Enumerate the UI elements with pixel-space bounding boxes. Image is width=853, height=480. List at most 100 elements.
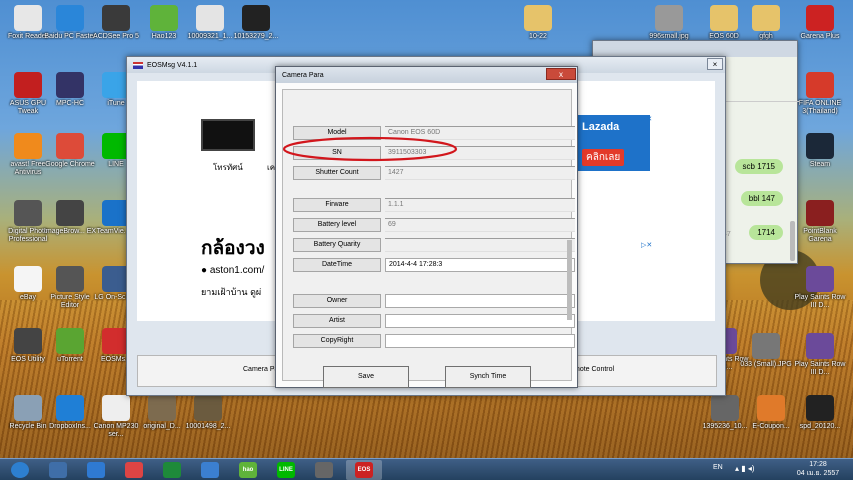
field-value[interactable]: 69 xyxy=(385,218,575,232)
chat-message: bbl 147 xyxy=(740,191,783,206)
ad-label[interactable]: เค xyxy=(267,161,275,174)
field-label-button[interactable]: Battery Quarity xyxy=(293,238,381,252)
dialog-titlebar[interactable]: Camera Para xyxy=(276,67,577,83)
field-value[interactable] xyxy=(385,334,575,348)
image-icon xyxy=(194,395,222,421)
saints-row-icon xyxy=(806,266,834,292)
desktop-icon[interactable]: spd_20120... xyxy=(792,395,848,431)
desktop-icon-label: Garena Plus xyxy=(800,33,840,40)
synch-time-button[interactable]: Synch Time xyxy=(445,366,531,388)
eos-utility-icon xyxy=(14,328,42,354)
desktop-icon[interactable]: PointBlank Garena xyxy=(792,200,848,244)
scrollbar[interactable] xyxy=(790,221,795,261)
taskbar-button[interactable] xyxy=(154,460,190,480)
taskbar-button[interactable]: LINE xyxy=(268,460,304,480)
clock[interactable]: 17:28 04 เม.ย. 2557 xyxy=(790,460,846,478)
field-value[interactable]: 2014-4-4 17:28:3 xyxy=(385,258,575,272)
ad-url[interactable]: ● aston1.com/ xyxy=(201,265,264,276)
dialog-title: Camera Para xyxy=(282,71,324,79)
field-row: Shutter Count 1427 xyxy=(293,166,575,180)
folder-icon xyxy=(752,5,780,31)
desktop-icon[interactable]: FIFA ONLINE 3(Thailand) xyxy=(792,72,848,116)
field-label-button[interactable]: Battery level xyxy=(293,218,381,232)
tab-remote-control[interactable]: mote Control xyxy=(574,366,614,373)
field-row: CopyRight xyxy=(293,334,575,348)
field-label-button[interactable]: DateTime xyxy=(293,258,381,272)
chat-titlebar xyxy=(593,41,797,57)
desktop-icon[interactable]: 10153279_2... xyxy=(228,5,284,41)
camera-para-dialog: Camera Para x Model Canon EOS 60D SN 391150… xyxy=(275,66,578,388)
dialog-close-button[interactable]: x xyxy=(546,68,576,80)
desktop-icon[interactable]: Steam xyxy=(792,133,848,169)
adchoices-icon[interactable]: ▷✕ xyxy=(641,115,652,123)
chat-message: scb 1715 xyxy=(734,159,783,174)
field-value[interactable]: 1427 xyxy=(385,166,575,180)
desktop-icon[interactable]: Garena Plus xyxy=(792,5,848,41)
taskbar-button[interactable] xyxy=(306,460,342,480)
taskbar-button[interactable] xyxy=(78,460,114,480)
save-button[interactable]: Save xyxy=(323,366,409,388)
field-row: Battery Quarity xyxy=(293,238,575,252)
start-orb-icon xyxy=(11,462,29,478)
taskbar-button[interactable]: hao xyxy=(230,460,266,480)
tab-camera-para[interactable]: Camera Pa xyxy=(243,366,278,373)
desktop-icon[interactable]: 996small.jpg xyxy=(641,5,697,41)
field-label-button[interactable]: Firware xyxy=(293,198,381,212)
desktop-icon[interactable]: E-Coupon... xyxy=(743,395,799,431)
ad-label[interactable]: โทรทัศน์ xyxy=(213,161,243,174)
camera-icon xyxy=(56,200,84,226)
lazada-button[interactable]: คลิกเลย xyxy=(582,149,625,166)
desktop-icon[interactable]: 033 (Small).JPG xyxy=(738,333,794,369)
taskbar-button[interactable] xyxy=(2,460,38,480)
ad-heading[interactable]: กล้องวง xyxy=(201,233,265,263)
language-indicator[interactable]: EN xyxy=(713,464,723,471)
desktop-icon-label: E-Coupon... xyxy=(752,423,790,430)
desktop-icon-label: 10-22 xyxy=(529,33,547,40)
image-icon xyxy=(711,395,739,421)
avast-icon xyxy=(14,133,42,159)
close-button[interactable]: × xyxy=(707,58,723,70)
field-label-button[interactable]: Artist xyxy=(293,314,381,328)
field-value[interactable] xyxy=(385,314,575,328)
desktop-icon[interactable]: 10-22 xyxy=(510,5,566,41)
taskbar-button[interactable] xyxy=(40,460,76,480)
field-label-button[interactable]: Owner xyxy=(293,294,381,308)
desktop-icon[interactable]: gfgh xyxy=(738,5,794,41)
garena-icon xyxy=(806,5,834,31)
camera-icon xyxy=(315,462,333,478)
desktop-icon[interactable]: Play Saints Row III D... xyxy=(792,266,848,310)
desktop-icon-label: Play Saints Row III D... xyxy=(794,294,846,309)
field-value[interactable]: 1.1.1 xyxy=(385,198,575,212)
field-value[interactable] xyxy=(385,294,575,308)
desktop-icon-label: Steam xyxy=(809,161,831,168)
field-row: Firware 1.1.1 xyxy=(293,198,575,212)
adchoices-icon[interactable]: ▷✕ xyxy=(641,241,652,249)
desktop-icon[interactable]: 10001498_2... xyxy=(180,395,236,431)
desktop-icon-label: Play Saints Row III D... xyxy=(794,361,846,376)
window-title: EOSMsg V4.1.1 xyxy=(147,61,198,69)
clock-date: 04 เม.ย. 2557 xyxy=(796,470,840,477)
desktop-icon-label: spd_20120... xyxy=(799,423,841,430)
dialog-body: Model Canon EOS 60D SN 3911503303 Shutter Co… xyxy=(282,89,575,388)
field-row: Battery level 69 xyxy=(293,218,575,232)
scrollbar[interactable] xyxy=(567,240,572,320)
field-label-button[interactable]: CopyRight xyxy=(293,334,381,348)
taskbar-button[interactable] xyxy=(192,460,228,480)
hao123-icon: hao xyxy=(239,462,257,478)
foxit-icon xyxy=(14,5,42,31)
desktop-icon[interactable]: Play Saints Row III D... xyxy=(792,333,848,377)
desktop: Foxit Reader Baidu PC Faster ACDSee Pro 5H… xyxy=(0,0,853,458)
field-value[interactable] xyxy=(385,238,575,252)
taskbar-button[interactable]: EOS xyxy=(346,460,382,480)
hao123-icon xyxy=(150,5,178,31)
eosmsg-icon: EOS xyxy=(355,462,373,478)
taskbar-button[interactable] xyxy=(116,460,152,480)
desktop-icon-label: PointBlank Garena xyxy=(803,228,837,243)
field-label-button[interactable]: Shutter Count xyxy=(293,166,381,180)
field-row: Owner xyxy=(293,294,575,308)
image-icon xyxy=(148,395,176,421)
chrome-icon xyxy=(56,133,84,159)
tray-icons[interactable]: ▴ ▮ ◂) xyxy=(735,464,755,473)
line-icon: LINE xyxy=(277,462,295,478)
lazada-banner[interactable]: Lazada คลิกเลย xyxy=(578,115,650,171)
